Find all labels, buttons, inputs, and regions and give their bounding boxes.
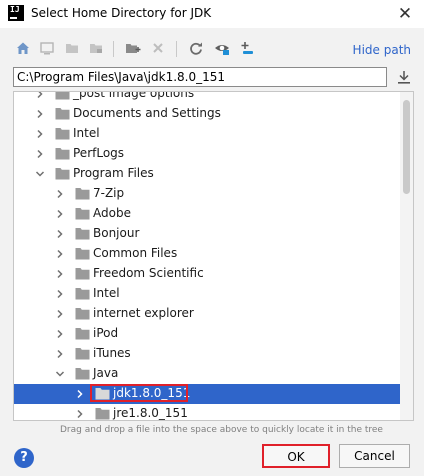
- scrollbar-thumb[interactable]: [403, 100, 410, 194]
- folder-icon: [75, 367, 90, 380]
- tree-row[interactable]: Java: [14, 364, 400, 384]
- desktop-icon: [37, 38, 57, 58]
- tree-row[interactable]: Freedom Scientific: [14, 264, 400, 284]
- show-hidden-icon[interactable]: [212, 38, 232, 58]
- project-icon: [62, 38, 82, 58]
- home-icon[interactable]: [13, 38, 33, 58]
- tree-row-label: Intel: [93, 286, 120, 300]
- folder-icon: [75, 347, 90, 360]
- refresh-icon[interactable]: [186, 38, 206, 58]
- chevron-right-icon[interactable]: [54, 348, 66, 360]
- tree-scrollbar[interactable]: [400, 92, 413, 420]
- folder-icon: [75, 207, 90, 220]
- drag-drop-hint: Drag and drop a file into the space abov…: [60, 425, 383, 435]
- tree-row-label: Program Files: [73, 166, 154, 180]
- chevron-right-icon[interactable]: [74, 408, 86, 420]
- tree-row[interactable]: PerfLogs: [14, 144, 400, 164]
- folder-icon: [55, 107, 70, 120]
- tree-row[interactable]: jdk1.8.0_151: [14, 384, 400, 404]
- tree-row-label: Bonjour: [93, 226, 140, 240]
- folder-icon: [75, 327, 90, 340]
- folder-icon: [75, 287, 90, 300]
- tree-row-label: Freedom Scientific: [93, 266, 204, 280]
- tree-row-label: jre1.8.0_151: [113, 406, 188, 420]
- tree-row[interactable]: iTunes: [14, 344, 400, 364]
- ok-button[interactable]: OK: [262, 444, 330, 468]
- chevron-right-icon[interactable]: [74, 388, 86, 400]
- tree-row-label: Java: [93, 366, 119, 380]
- chevron-right-icon[interactable]: [54, 248, 66, 260]
- chevron-right-icon[interactable]: [34, 108, 46, 120]
- tree-row-label: PerfLogs: [73, 146, 125, 160]
- tree-row[interactable]: jre1.8.0_151: [14, 404, 400, 420]
- tree-row-label: Adobe: [93, 206, 131, 220]
- tree-row[interactable]: Program Files: [14, 164, 400, 184]
- link-icon[interactable]: [237, 38, 257, 58]
- chevron-right-icon[interactable]: [54, 188, 66, 200]
- chevron-right-icon[interactable]: [54, 268, 66, 280]
- tree-row[interactable]: Intel: [14, 124, 400, 144]
- folder-icon: [95, 407, 110, 420]
- tree-row[interactable]: Documents and Settings: [14, 104, 400, 124]
- folder-icon: [55, 147, 70, 160]
- chevron-right-icon[interactable]: [54, 208, 66, 220]
- new-folder-icon[interactable]: [123, 38, 143, 58]
- tree-row-label: internet explorer: [93, 306, 194, 320]
- folder-icon: [55, 127, 70, 140]
- folder-icon: [75, 247, 90, 260]
- chevron-right-icon[interactable]: [54, 328, 66, 340]
- toolbar: Hide path: [0, 36, 424, 62]
- folder-icon: [55, 92, 70, 100]
- intellij-app-icon: IJ: [8, 5, 24, 21]
- tree-row-label: Intel: [73, 126, 100, 140]
- tree-row[interactable]: internet explorer: [14, 304, 400, 324]
- chevron-down-icon[interactable]: [34, 168, 46, 180]
- toolbar-separator: [176, 41, 177, 57]
- help-button[interactable]: ?: [14, 448, 34, 468]
- chevron-down-icon[interactable]: [54, 368, 66, 380]
- folder-icon: [75, 307, 90, 320]
- chevron-right-icon[interactable]: [34, 148, 46, 160]
- window-title: Select Home Directory for JDK: [31, 6, 212, 20]
- chevron-right-icon[interactable]: [54, 288, 66, 300]
- tree-row-label: Common Files: [93, 246, 178, 260]
- title-bar: IJ Select Home Directory for JDK ✕: [0, 0, 424, 28]
- hide-path-link[interactable]: Hide path: [353, 43, 411, 57]
- folder-icon: [75, 227, 90, 240]
- tree-row[interactable]: Intel: [14, 284, 400, 304]
- highlight-box: [90, 384, 188, 402]
- chevron-right-icon[interactable]: [34, 92, 46, 100]
- chevron-right-icon[interactable]: [34, 128, 46, 140]
- folder-icon: [55, 167, 70, 180]
- toolbar-separator: [113, 41, 114, 57]
- directory-tree[interactable]: _post image options Documents and Setting…: [13, 91, 414, 421]
- download-icon[interactable]: [396, 68, 412, 86]
- delete-icon: [148, 38, 168, 58]
- tree-row[interactable]: Bonjour: [14, 224, 400, 244]
- tree-row[interactable]: Adobe: [14, 204, 400, 224]
- tree-row-label: iPod: [93, 326, 119, 340]
- folder-icon: [75, 187, 90, 200]
- tree-row[interactable]: Common Files: [14, 244, 400, 264]
- path-input[interactable]: C:\Program Files\Java\jdk1.8.0_151: [13, 67, 387, 87]
- tree-row[interactable]: iPod: [14, 324, 400, 344]
- chevron-right-icon[interactable]: [54, 308, 66, 320]
- tree-row[interactable]: 7-Zip: [14, 184, 400, 204]
- tree-row-label: Documents and Settings: [73, 106, 221, 120]
- chevron-right-icon[interactable]: [54, 228, 66, 240]
- tree-row[interactable]: _post image options: [14, 91, 400, 104]
- cancel-button[interactable]: Cancel: [339, 444, 410, 468]
- tree-row-label: _post image options: [73, 91, 195, 100]
- folder-icon: [75, 267, 90, 280]
- tree-row-label: iTunes: [93, 346, 131, 360]
- close-icon[interactable]: ✕: [394, 3, 416, 25]
- module-icon: [86, 38, 106, 58]
- tree-row-label: 7-Zip: [93, 186, 125, 200]
